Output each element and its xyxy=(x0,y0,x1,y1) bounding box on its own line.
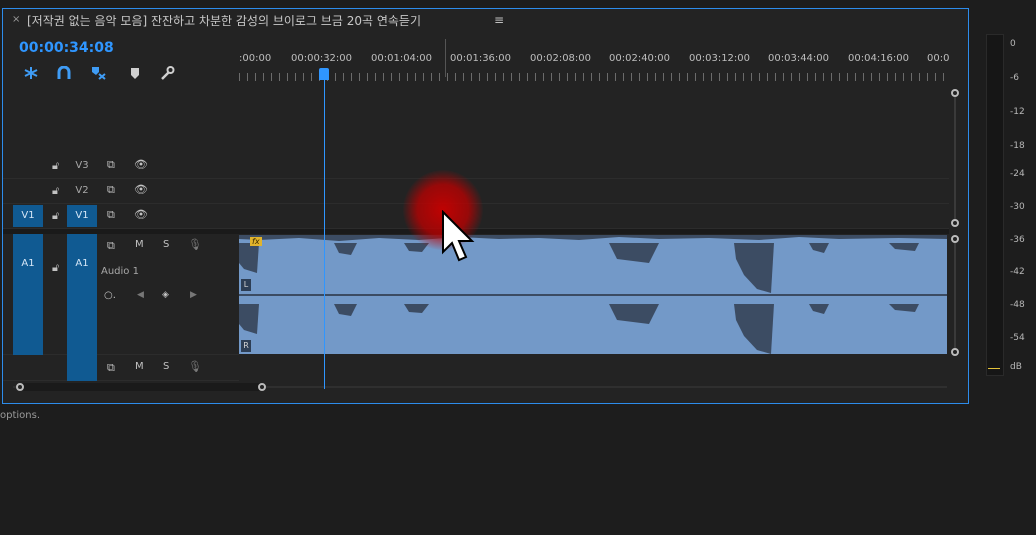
horizontal-zoom-scrollbar[interactable] xyxy=(13,382,947,392)
ruler-label: 00:00:32:00 xyxy=(291,53,353,64)
scroll-track xyxy=(954,89,956,224)
fx-badge[interactable]: fx xyxy=(250,237,262,246)
track-target-v1[interactable]: V1 xyxy=(67,205,97,227)
meter-level xyxy=(988,368,1000,369)
meter-label: -30 xyxy=(1010,202,1025,212)
ruler-label: 00:01:04:00 xyxy=(371,53,433,64)
solo-button[interactable]: S xyxy=(163,239,169,250)
wrench-icon[interactable] xyxy=(159,66,175,80)
sequence-tab-title[interactable]: [저작권 없는 음악 모음] 잔잔하고 차분한 감성의 브이로그 브금 20곡 … xyxy=(27,12,421,29)
add-keyframe-icon[interactable]: ◈ xyxy=(162,290,169,300)
audio-clip[interactable]: fx L R xyxy=(239,235,947,354)
sync-lock-icon[interactable]: ⧉ xyxy=(107,208,115,222)
microphone-icon[interactable]: 🎙︎ xyxy=(188,360,202,373)
previous-keyframe-icon[interactable]: ◀ xyxy=(137,290,144,300)
track-row-v2[interactable] xyxy=(239,179,949,204)
ruler-label: 00:02:08:00 xyxy=(530,53,592,64)
meter-label: -6 xyxy=(1010,73,1019,83)
scroll-handle-bottom[interactable] xyxy=(951,219,959,227)
volume-keyframe-icon[interactable]: ○. xyxy=(104,290,116,301)
meter-label: -36 xyxy=(1010,235,1025,245)
meter-bar xyxy=(986,34,1004,376)
track-header-v2[interactable]: 🔓︎ V2 ⧉ 👁︎ xyxy=(3,179,239,204)
meter-label: dB xyxy=(1010,362,1022,372)
scroll-handle-top[interactable] xyxy=(951,235,959,243)
eye-icon[interactable]: 👁︎ xyxy=(134,208,148,221)
track-target-a1[interactable]: A1 xyxy=(67,234,97,355)
add-marker-icon[interactable] xyxy=(90,66,106,80)
zoom-handle-left[interactable] xyxy=(16,383,24,391)
lock-icon[interactable]: 🔓︎ xyxy=(52,261,59,275)
playhead-line[interactable] xyxy=(324,79,325,389)
sync-lock-icon[interactable]: ⧉ xyxy=(107,183,115,197)
scroll-thumb[interactable] xyxy=(21,383,265,391)
snap-icon[interactable] xyxy=(23,66,39,80)
meter-label: -18 xyxy=(1010,141,1025,151)
scroll-handle-top[interactable] xyxy=(951,89,959,97)
panel-title-row: × [저작권 없는 음악 모음] 잔잔하고 차분한 감성의 브이로그 브금 20… xyxy=(3,9,968,35)
track-header-v3[interactable]: 🔓︎ V3 ⧉ 👁︎ xyxy=(3,154,239,179)
audio-meter: 0 -6 -12 -18 -24 -30 -36 -42 -48 -54 dB xyxy=(978,8,1036,404)
next-keyframe-icon[interactable]: ▶ xyxy=(190,290,197,300)
timeline-panel: × [저작권 없는 음악 모음] 잔잔하고 차분한 감성의 브이로그 브금 20… xyxy=(2,8,969,404)
ruler-label: :00:00 xyxy=(239,53,272,64)
track-target-v2[interactable]: V2 xyxy=(67,185,97,196)
left-channel-label: L xyxy=(241,279,251,291)
work-area-divider xyxy=(445,39,446,77)
meter-label: -12 xyxy=(1010,107,1025,117)
ruler-ticks xyxy=(239,73,949,81)
time-ruler[interactable]: :00:00 00:00:32:00 00:01:04:00 00:01:36:… xyxy=(239,37,949,83)
sync-lock-icon[interactable]: ⧉ xyxy=(107,361,115,375)
eye-icon[interactable]: 👁︎ xyxy=(134,158,148,171)
close-tab-button[interactable]: × xyxy=(12,14,20,25)
ruler-label: 00:04:16:00 xyxy=(848,53,910,64)
track-name-a1[interactable]: Audio 1 xyxy=(101,266,139,277)
meter-label: -42 xyxy=(1010,267,1025,277)
mute-button[interactable]: M xyxy=(135,361,144,372)
ruler-label: 00:0 xyxy=(927,53,949,64)
panel-menu-icon[interactable]: ≡ xyxy=(494,13,504,27)
track-header-a2[interactable]: ⧉ M S 🎙︎ xyxy=(3,355,239,381)
channel-divider xyxy=(239,294,947,296)
meter-label: -24 xyxy=(1010,169,1025,179)
sync-lock-icon[interactable]: ⧉ xyxy=(107,158,115,172)
lock-icon[interactable]: 🔓︎ xyxy=(52,209,59,223)
sync-lock-icon[interactable]: ⧉ xyxy=(107,239,115,253)
ruler-label: 00:02:40:00 xyxy=(609,53,671,64)
track-target-a2[interactable] xyxy=(67,355,97,381)
lock-icon[interactable]: 🔓︎ xyxy=(52,159,59,173)
meter-label: -54 xyxy=(1010,333,1025,343)
source-patch-a1[interactable]: A1 xyxy=(13,234,43,355)
track-target-v3[interactable]: V3 xyxy=(67,160,97,171)
audio-vertical-scrollbar[interactable] xyxy=(949,235,961,535)
meter-label: -48 xyxy=(1010,300,1025,310)
mouse-cursor-icon xyxy=(442,210,475,262)
status-text: options. xyxy=(0,410,41,421)
eye-icon[interactable]: 👁︎ xyxy=(134,183,148,196)
meter-label: 0 xyxy=(1010,39,1016,49)
source-patch-v1[interactable]: V1 xyxy=(13,205,43,227)
mute-button[interactable]: M xyxy=(135,239,144,250)
zoom-handle-right[interactable] xyxy=(258,383,266,391)
microphone-icon[interactable]: 🎙︎ xyxy=(188,238,202,251)
track-row-v1[interactable] xyxy=(239,204,949,229)
ruler-label: 00:01:36:00 xyxy=(450,53,512,64)
solo-button[interactable]: S xyxy=(163,361,169,372)
right-channel-label: R xyxy=(241,340,251,352)
linked-selection-icon[interactable] xyxy=(56,66,72,80)
scroll-track xyxy=(954,235,956,350)
playhead-timecode[interactable]: 00:00:34:08 xyxy=(19,40,114,56)
marker-icon[interactable] xyxy=(127,66,143,80)
track-header-a1[interactable]: A1 🔓︎ A1 ⧉ M S 🎙︎ Audio 1 ○. ◀ ◈ ▶ xyxy=(3,234,239,355)
scroll-handle-bottom[interactable] xyxy=(951,348,959,356)
track-header-v1[interactable]: V1 🔓︎ V1 ⧉ 👁︎ xyxy=(3,204,239,229)
ruler-label: 00:03:44:00 xyxy=(768,53,830,64)
track-row-v3[interactable] xyxy=(239,154,949,179)
ruler-label: 00:03:12:00 xyxy=(689,53,751,64)
lock-icon[interactable]: 🔓︎ xyxy=(52,184,59,198)
